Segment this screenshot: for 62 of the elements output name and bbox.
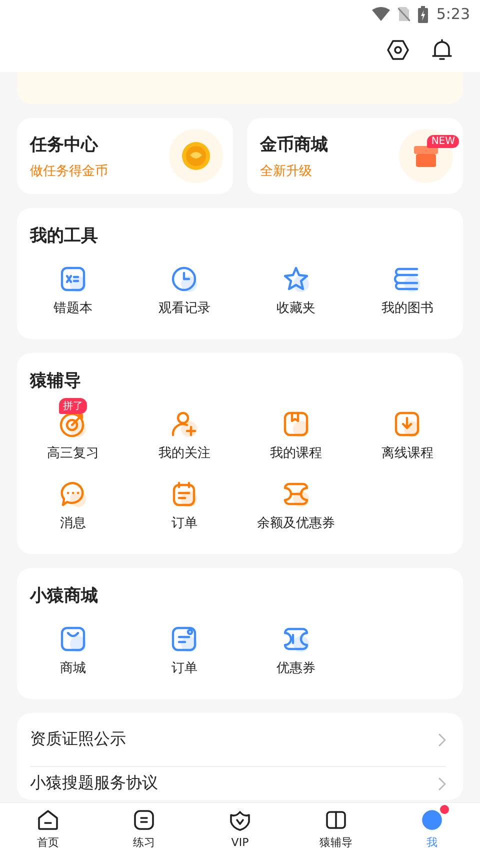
list-icon	[132, 808, 156, 832]
shop-icon	[413, 143, 439, 169]
chevron-right-icon	[438, 732, 446, 746]
new-badge: NEW	[427, 135, 459, 148]
shortcut-label: 消息	[60, 515, 86, 532]
shortcut-label: 订单	[171, 515, 198, 532]
home-icon	[36, 808, 60, 832]
wifi-icon	[372, 7, 390, 21]
promo-card[interactable]: 任务中心 做任务得金币	[17, 118, 233, 194]
link-row[interactable]: 小猿搜题服务协议	[30, 767, 446, 800]
tab[interactable]: 练习	[96, 803, 192, 855]
section-title: 小猿商城	[28, 585, 98, 607]
shortcut-item[interactable]: 我的课程	[240, 398, 352, 462]
no-sim-icon	[398, 6, 410, 22]
shortcut-item[interactable]: 收藏夹	[240, 253, 352, 317]
tab[interactable]: VIP	[192, 803, 288, 855]
shortcut-label: 我的图书	[381, 300, 434, 317]
promo-badge: 拼了	[58, 398, 87, 414]
shortcut-label: 余额及优惠券	[256, 515, 335, 532]
promo-subtitle: 做任务得金币	[30, 162, 108, 180]
shortcut-item[interactable]: 消息	[17, 468, 128, 532]
section-title: 猿辅导	[28, 370, 81, 392]
link-row[interactable]: 资质证照公示	[30, 713, 446, 767]
bell-icon[interactable]	[430, 38, 454, 62]
shortcut-label: 商城	[60, 660, 86, 677]
shortcut-item[interactable]: 离线课程	[352, 398, 463, 462]
section-title: 我的工具	[28, 225, 98, 247]
shortcut-item[interactable]: 优惠券	[240, 613, 352, 677]
promo-subtitle: 全新升级	[260, 162, 313, 180]
clock-time: 5:23	[436, 5, 470, 23]
profile-icon	[420, 808, 444, 832]
shortcut-item[interactable]: 订单	[128, 468, 240, 532]
shortcut-item[interactable]: 我的图书	[352, 253, 463, 317]
vip-icon	[228, 809, 252, 833]
link-label: 资质证照公示	[30, 729, 126, 750]
shortcut-label: 离线课程	[381, 445, 434, 462]
chevron-right-icon	[438, 776, 446, 790]
shortcut-item[interactable]: 订单	[128, 613, 240, 677]
tab[interactable]: 首页	[0, 803, 96, 855]
promo-title: 任务中心	[30, 134, 100, 156]
shortcut-label: 优惠券	[276, 660, 316, 677]
shortcut-label: 订单	[171, 660, 198, 677]
shortcut-item[interactable]: 拼了 高三复习	[17, 398, 128, 462]
shortcut-item[interactable]: 错题本	[17, 253, 128, 317]
shortcut-label: 错题本	[53, 300, 92, 317]
shortcut-label: 收藏夹	[276, 300, 316, 317]
shortcut-label: 我的关注	[158, 445, 210, 462]
shortcut-item[interactable]: 我的关注	[128, 398, 240, 462]
coin-icon	[181, 141, 211, 171]
promo-title: 金币商城	[260, 134, 328, 156]
book-icon	[324, 808, 348, 832]
link-label: 小猿搜题服务协议	[30, 773, 158, 794]
shortcut-label: 观看记录	[158, 300, 210, 317]
tab[interactable]: 猿辅导	[288, 803, 384, 855]
shortcut-item[interactable]: 余额及优惠券	[240, 468, 352, 532]
shortcut-label: 我的课程	[270, 445, 322, 462]
shortcut-item[interactable]: 观看记录	[128, 253, 240, 317]
promo-card[interactable]: 金币商城 全新升级 NEW	[247, 118, 463, 194]
shortcut-item[interactable]: 商城	[17, 613, 128, 677]
battery-icon	[418, 6, 428, 22]
shortcut-label: 高三复习	[46, 445, 99, 462]
settings-icon[interactable]	[386, 38, 410, 62]
